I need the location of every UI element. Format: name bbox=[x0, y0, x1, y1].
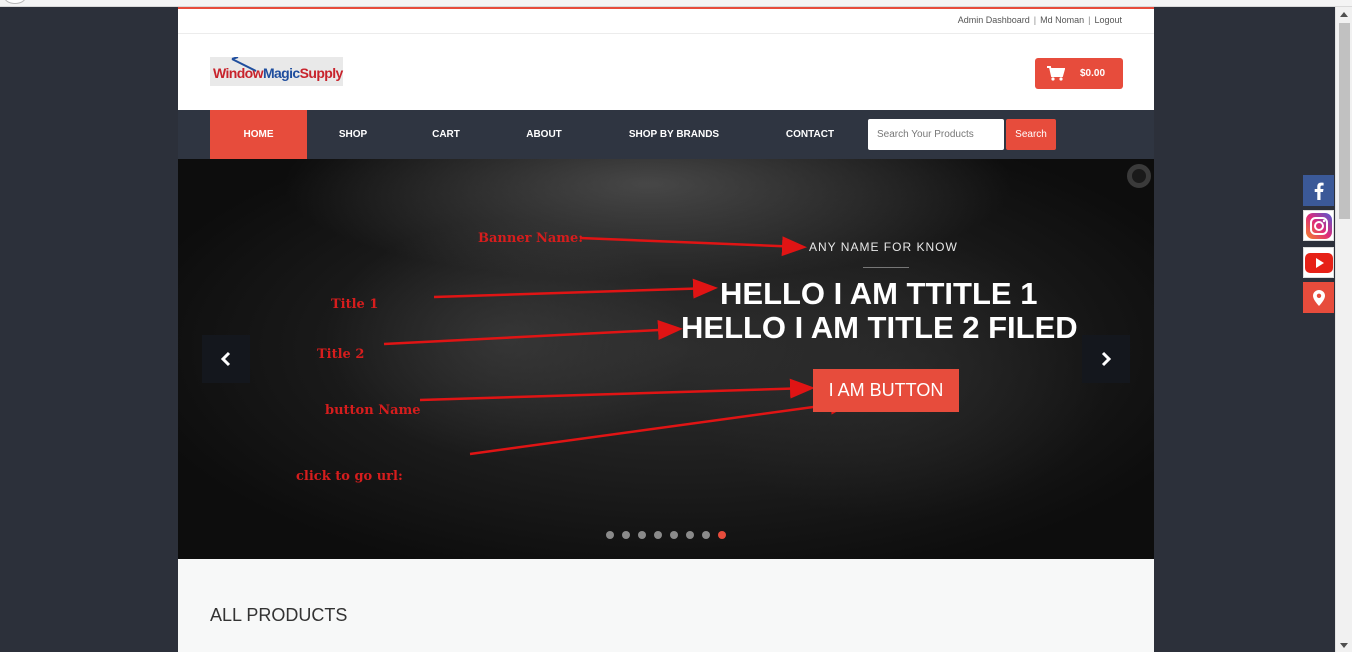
separator: | bbox=[1088, 15, 1091, 25]
youtube-icon bbox=[1304, 252, 1333, 273]
nav-item-shop-by-brands[interactable]: SHOP BY BRANDS bbox=[610, 110, 738, 159]
scroll-up-icon[interactable] bbox=[1340, 12, 1348, 17]
instagram-link[interactable] bbox=[1303, 210, 1334, 241]
instagram-icon bbox=[1305, 212, 1332, 239]
banner-title-2: HELLO I AM TITLE 2 FILED bbox=[681, 310, 1078, 345]
hero-banner-slider: Banner Name: Title 1 Title 2 button Name… bbox=[178, 159, 1154, 559]
main-nav: HOME SHOP CART ABOUT SHOP BY BRANDS CONT… bbox=[178, 110, 1154, 159]
nav-item-contact[interactable]: CONTACT bbox=[768, 110, 852, 159]
arrow-title2 bbox=[383, 320, 683, 346]
slider-dot[interactable] bbox=[654, 531, 662, 539]
chevron-right-icon bbox=[1101, 351, 1112, 367]
chevron-left-icon bbox=[220, 351, 231, 367]
nav-item-shop[interactable]: SHOP bbox=[318, 110, 388, 159]
separator: | bbox=[1033, 15, 1037, 25]
logo-text: WindowMagicSupply bbox=[213, 65, 343, 81]
banner-divider bbox=[863, 267, 909, 268]
slider-dot[interactable] bbox=[702, 531, 710, 539]
location-icon bbox=[1312, 289, 1325, 306]
slider-dot[interactable] bbox=[686, 531, 694, 539]
nav-item-cart[interactable]: CART bbox=[414, 110, 478, 159]
banner-title-1: HELLO I AM TTITLE 1 bbox=[720, 276, 1038, 311]
annotation-title1: Title 1 bbox=[331, 297, 379, 312]
banner-cta-button[interactable]: I AM BUTTON bbox=[813, 369, 959, 412]
search-input[interactable] bbox=[868, 119, 1004, 150]
browser-strip bbox=[0, 0, 1352, 7]
annotation-button-name: button Name bbox=[325, 403, 421, 418]
slider-prev-button[interactable] bbox=[202, 335, 250, 383]
cart-icon bbox=[1047, 66, 1065, 81]
slider-dot[interactable] bbox=[670, 531, 678, 539]
admin-dashboard-link[interactable]: Admin Dashboard bbox=[958, 15, 1030, 25]
scroll-down-icon[interactable] bbox=[1340, 643, 1348, 648]
slider-dot[interactable] bbox=[622, 531, 630, 539]
arrow-click-url bbox=[469, 394, 855, 456]
slider-dot[interactable] bbox=[606, 531, 614, 539]
section-title: ALL PRODUCTS bbox=[210, 605, 348, 625]
slider-dots bbox=[606, 531, 726, 539]
annotation-click-url: click to go url: bbox=[296, 469, 403, 484]
cart-button[interactable]: $0.00 bbox=[1035, 58, 1123, 89]
logo-word-magic: Magic bbox=[262, 65, 300, 81]
slider-dot-active[interactable] bbox=[718, 531, 726, 539]
slider-next-button[interactable] bbox=[1082, 335, 1130, 383]
site-logo[interactable]: WindowMagicSupply bbox=[210, 57, 343, 86]
cart-amount: $0.00 bbox=[1080, 68, 1106, 79]
arrow-banner-name bbox=[579, 236, 807, 257]
top-links-bar: Admin Dashboard | Md Noman | Logout bbox=[178, 9, 1154, 34]
arrow-button-name bbox=[419, 378, 815, 402]
nav-item-about[interactable]: ABOUT bbox=[507, 110, 581, 159]
logout-link[interactable]: Logout bbox=[1094, 15, 1122, 25]
nav-item-home[interactable]: HOME bbox=[210, 110, 307, 159]
scrollbar-thumb[interactable] bbox=[1339, 23, 1350, 219]
browser-tab-edge bbox=[4, 0, 26, 4]
facebook-icon bbox=[1314, 182, 1324, 200]
user-name-link[interactable]: Md Noman bbox=[1040, 15, 1084, 25]
logo-word-window: Window bbox=[213, 65, 264, 81]
location-link[interactable] bbox=[1303, 282, 1334, 313]
logo-word-supply: Supply bbox=[299, 65, 344, 81]
arrow-title1 bbox=[433, 278, 718, 299]
page-scrollbar[interactable] bbox=[1335, 7, 1352, 652]
annotation-title2: Title 2 bbox=[317, 347, 365, 362]
products-section: ALL PRODUCTS bbox=[178, 559, 1154, 652]
youtube-link[interactable] bbox=[1303, 247, 1334, 278]
slider-dot[interactable] bbox=[638, 531, 646, 539]
site-container: Admin Dashboard | Md Noman | Logout WindowMa… bbox=[178, 7, 1154, 652]
site-header: WindowMagicSupply $0.00 bbox=[178, 34, 1154, 110]
facebook-link[interactable] bbox=[1303, 175, 1334, 206]
search-button[interactable]: Search bbox=[1006, 119, 1056, 150]
annotation-banner-name: Banner Name: bbox=[478, 231, 584, 246]
banner-name: ANY NAME FOR KNOW bbox=[809, 240, 958, 254]
